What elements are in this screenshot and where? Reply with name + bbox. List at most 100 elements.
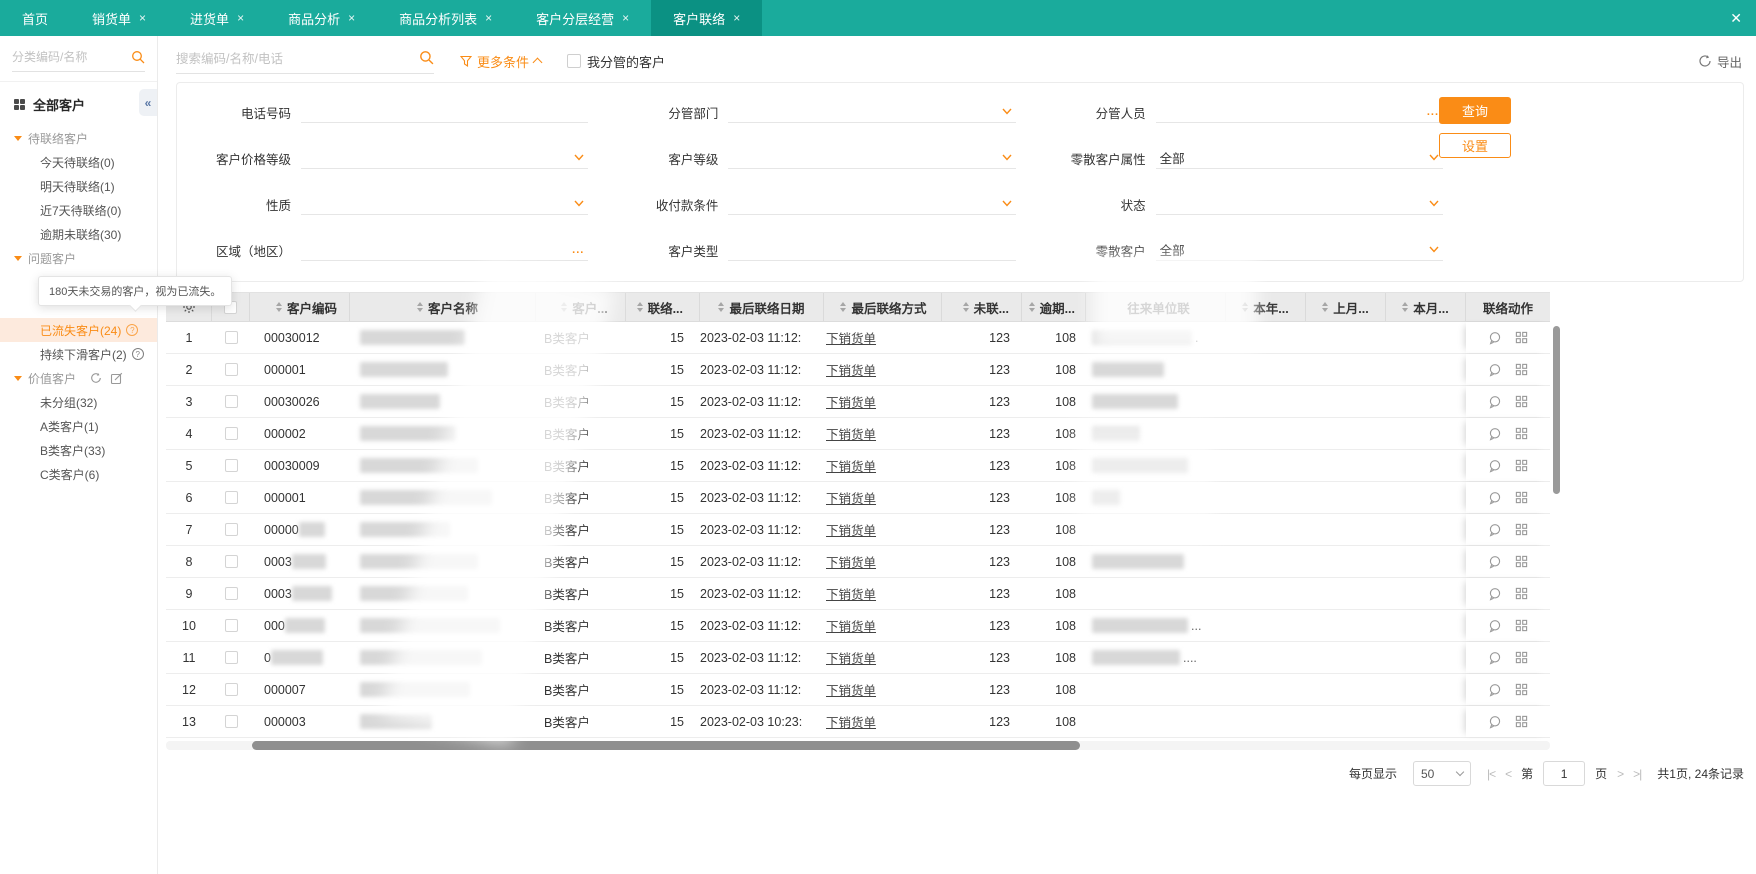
tab-close-icon[interactable]: × xyxy=(733,11,740,25)
checkbox-icon[interactable] xyxy=(224,459,238,472)
row-checkbox[interactable] xyxy=(212,674,250,705)
collapse-sidebar-button[interactable]: « xyxy=(139,89,157,116)
contact-record-icon[interactable] xyxy=(1488,683,1502,697)
more-actions-grid-icon[interactable] xyxy=(1515,555,1528,568)
ellipsis-icon[interactable]: ... xyxy=(1427,106,1439,117)
column-header-联络动作[interactable]: 联络动作 xyxy=(1466,293,1550,321)
prev-page-button[interactable]: < xyxy=(1505,767,1512,781)
create-sales-order-link[interactable]: 下销货单 xyxy=(826,552,876,571)
tab-商品分析列表[interactable]: 商品分析列表 × xyxy=(377,0,514,36)
chevron-down-icon[interactable] xyxy=(1002,200,1012,207)
tab-close-icon[interactable]: × xyxy=(348,11,355,25)
my-customers-checkbox[interactable]: 我分管的客户 xyxy=(567,52,665,71)
more-actions-grid-icon[interactable] xyxy=(1515,331,1528,344)
row-checkbox[interactable] xyxy=(212,642,250,673)
column-header-本年...[interactable]: 本年... xyxy=(1226,293,1306,321)
more-actions-grid-icon[interactable] xyxy=(1515,459,1528,472)
chevron-down-icon[interactable] xyxy=(1002,108,1012,115)
sidebar-item-逾期未联络(30)[interactable]: 逾期未联络(30) xyxy=(0,222,157,246)
customer-search-input[interactable]: 搜索编码/名称/电话 xyxy=(176,48,434,74)
sidebar-item-今天待联络(0)[interactable]: 今天待联络(0) xyxy=(0,150,157,174)
checkbox-icon[interactable] xyxy=(224,331,238,344)
filter-input[interactable] xyxy=(301,147,589,169)
filter-input[interactable]: ... xyxy=(301,239,589,261)
more-filters-toggle[interactable]: 更多条件 xyxy=(460,52,543,71)
checkbox-icon[interactable] xyxy=(567,54,582,68)
column-header-本月...[interactable]: 本月... xyxy=(1386,293,1466,321)
sort-icons[interactable] xyxy=(1242,302,1249,312)
checkbox-icon[interactable] xyxy=(224,619,238,632)
row-checkbox[interactable] xyxy=(212,418,250,449)
chevron-down-icon[interactable] xyxy=(574,200,584,207)
create-sales-order-link[interactable]: 下销货单 xyxy=(826,360,876,379)
contact-record-icon[interactable] xyxy=(1488,363,1502,377)
sort-icons[interactable] xyxy=(1322,302,1329,312)
chevron-down-icon[interactable] xyxy=(1429,154,1439,161)
column-header-客户名称[interactable]: 客户名称 xyxy=(350,293,536,321)
create-sales-order-link[interactable]: 下销货单 xyxy=(826,456,876,475)
more-actions-grid-icon[interactable] xyxy=(1515,491,1528,504)
filter-input[interactable] xyxy=(728,101,1016,123)
row-checkbox[interactable] xyxy=(212,578,250,609)
more-actions-grid-icon[interactable] xyxy=(1515,363,1528,376)
contact-record-icon[interactable] xyxy=(1488,459,1502,473)
contact-record-icon[interactable] xyxy=(1488,651,1502,665)
create-sales-order-link[interactable]: 下销货单 xyxy=(826,584,876,603)
query-button[interactable]: 查询 xyxy=(1439,97,1511,124)
filter-input[interactable] xyxy=(301,101,589,123)
more-actions-grid-icon[interactable] xyxy=(1515,395,1528,408)
sort-icons[interactable] xyxy=(718,302,725,312)
row-checkbox[interactable] xyxy=(212,322,250,353)
help-icon[interactable]: ? xyxy=(131,348,144,360)
column-header-往来单位联[interactable]: 往来单位联 xyxy=(1086,293,1226,321)
create-sales-order-link[interactable]: 下销货单 xyxy=(826,712,876,731)
contact-record-icon[interactable] xyxy=(1488,395,1502,409)
sort-icons[interactable] xyxy=(416,302,423,312)
filter-input[interactable]: ... xyxy=(1155,101,1443,123)
column-header-客户...[interactable]: 客户... xyxy=(536,293,626,321)
help-icon[interactable]: ? xyxy=(126,324,139,336)
column-header-上月...[interactable]: 上月... xyxy=(1306,293,1386,321)
tab-商品分析[interactable]: 商品分析 × xyxy=(266,0,377,36)
tab-close-icon[interactable]: × xyxy=(485,11,492,25)
tab-首页[interactable]: 首页 xyxy=(0,0,70,36)
checkbox-icon[interactable] xyxy=(224,395,238,408)
sidebar-group-问题客户[interactable]: 问题客户 xyxy=(0,246,157,270)
first-page-button[interactable]: |< xyxy=(1487,767,1496,781)
contact-record-icon[interactable] xyxy=(1488,523,1502,537)
chevron-down-icon[interactable] xyxy=(1429,200,1439,207)
vertical-scrollbar[interactable] xyxy=(1553,326,1560,494)
refresh-icon[interactable] xyxy=(90,372,102,384)
chevron-down-icon[interactable] xyxy=(1002,154,1012,161)
create-sales-order-link[interactable]: 下销货单 xyxy=(826,616,876,635)
column-header-逾期...[interactable]: 逾期... xyxy=(1022,293,1086,321)
contact-record-icon[interactable] xyxy=(1488,587,1502,601)
contact-record-icon[interactable] xyxy=(1488,715,1502,729)
filter-input[interactable] xyxy=(728,147,1016,169)
export-button[interactable]: 导出 xyxy=(1698,52,1742,71)
per-page-select[interactable]: 50 xyxy=(1412,761,1471,786)
sort-icons[interactable] xyxy=(962,302,969,312)
sort-icons[interactable] xyxy=(636,302,643,312)
tab-close-icon[interactable]: × xyxy=(237,11,244,25)
horizontal-scrollbar-thumb[interactable] xyxy=(252,741,1080,750)
chevron-down-icon[interactable] xyxy=(574,154,584,161)
column-header-最后联络日期[interactable]: 最后联络日期 xyxy=(700,293,824,321)
row-checkbox[interactable] xyxy=(212,450,250,481)
sort-icons[interactable] xyxy=(275,302,282,312)
ellipsis-icon[interactable]: ... xyxy=(572,244,584,255)
sort-icons[interactable] xyxy=(561,302,568,312)
sidebar-item-持续下滑客户(2)[interactable]: 持续下滑客户(2)? xyxy=(0,342,157,366)
close-all-icon[interactable]: ✕ xyxy=(1716,0,1756,36)
column-header-未联...[interactable]: 未联... xyxy=(942,293,1022,321)
row-checkbox[interactable] xyxy=(212,610,250,641)
last-page-button[interactable]: >| xyxy=(1633,767,1642,781)
tab-close-icon[interactable]: × xyxy=(139,11,146,25)
filter-input[interactable] xyxy=(1155,193,1443,215)
sidebar-group-价值客户[interactable]: 价值客户 xyxy=(0,366,157,390)
search-icon[interactable] xyxy=(419,50,434,65)
checkbox-icon[interactable] xyxy=(224,491,238,504)
contact-record-icon[interactable] xyxy=(1488,331,1502,345)
tab-进货单[interactable]: 进货单 × xyxy=(168,0,266,36)
create-sales-order-link[interactable]: 下销货单 xyxy=(826,488,876,507)
